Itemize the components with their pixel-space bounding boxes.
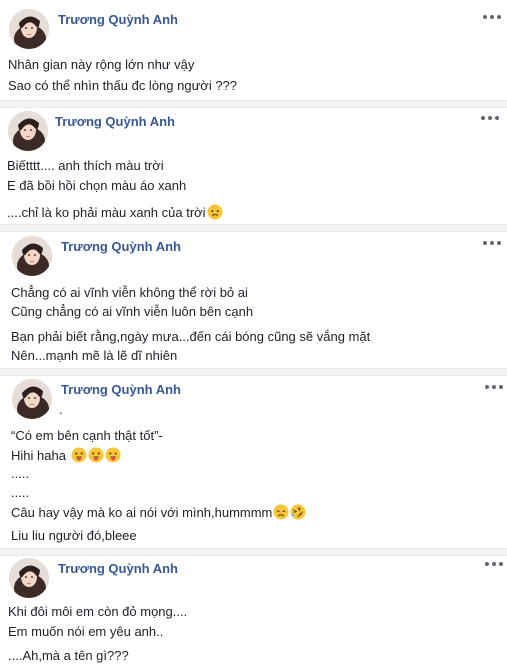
post-text-line: E đã bồi hồi chọn màu áo xanh xyxy=(7,178,187,193)
post-text-line: “Có em bên cạnh thật tốt”- xyxy=(11,428,163,443)
more-options-icon[interactable] xyxy=(482,238,502,248)
feed-divider xyxy=(0,100,507,108)
post-text-line: . xyxy=(59,402,63,417)
winking-tongue-face-icon xyxy=(105,447,121,467)
author-name[interactable]: Trương Quỳnh Anh xyxy=(61,239,181,254)
avatar[interactable] xyxy=(12,379,52,419)
disappointed-face-icon xyxy=(273,504,289,524)
author-name[interactable]: Trương Quỳnh Anh xyxy=(55,114,175,129)
winking-tongue-face-icon xyxy=(71,447,87,467)
avatar[interactable] xyxy=(8,111,48,151)
author-name[interactable]: Trương Quỳnh Anh xyxy=(61,382,181,397)
post-text-line: Liu liu người đó,bleee xyxy=(11,528,137,543)
post-text-line: Nên...mạnh mẽ là lẽ dĩ nhiên xyxy=(11,348,178,363)
post-text-line: Cũng chẳng có ai vĩnh viễn luôn bên cạnh xyxy=(11,304,254,319)
worried-face-icon xyxy=(207,204,223,224)
feed-divider xyxy=(0,224,507,232)
post-text-line: Chẳng có ai vĩnh viễn không thể rời bỏ a… xyxy=(11,285,248,300)
feed-divider xyxy=(0,368,507,376)
more-options-icon[interactable] xyxy=(480,113,500,123)
more-options-icon[interactable] xyxy=(484,559,504,569)
post-text: ....chỉ là ko phải màu xanh của trời xyxy=(7,205,206,220)
avatar[interactable] xyxy=(12,236,52,276)
post-text-line: Câu hay vậy mà ko ai nói với mình,hummmm xyxy=(11,504,306,524)
author-name[interactable]: Trương Quỳnh Anh xyxy=(58,12,178,27)
post-text-line: Bạn phải biết rằng,ngày mưa...đến cái bó… xyxy=(11,329,371,344)
post-text-line: Biếtttt.... anh thích màu trời xyxy=(7,158,164,173)
rolling-laughing-face-icon xyxy=(290,504,306,524)
post-text-line: ..... xyxy=(11,485,30,500)
avatar[interactable] xyxy=(9,9,49,49)
post-text-line: Khi đôi môi em còn đỏ mọng.... xyxy=(8,604,188,619)
post-text-line: Nhân gian này rộng lớn như vậy xyxy=(8,57,195,72)
more-options-icon[interactable] xyxy=(484,382,504,392)
winking-tongue-face-icon xyxy=(88,447,104,467)
more-options-icon[interactable] xyxy=(482,12,502,22)
avatar[interactable] xyxy=(9,558,49,598)
post-text-line: Em muốn nói em yêu anh.. xyxy=(8,624,164,639)
post-text: Câu hay vậy mà ko ai nói với mình,hummmm xyxy=(11,505,273,520)
post-text-line: Hihi haha xyxy=(11,447,121,467)
post-text: Hihi haha xyxy=(11,448,66,463)
post-text-line: ....Ah,mà a tên gì??? xyxy=(8,648,129,663)
feed-divider xyxy=(0,548,507,556)
post-text-line: Sao có thể nhìn thấu đc lòng người ??? xyxy=(8,78,238,93)
post-text-line: ....chỉ là ko phải màu xanh của trời xyxy=(7,204,223,224)
post-text-line: ..... xyxy=(11,466,30,481)
author-name[interactable]: Trương Quỳnh Anh xyxy=(58,561,178,576)
